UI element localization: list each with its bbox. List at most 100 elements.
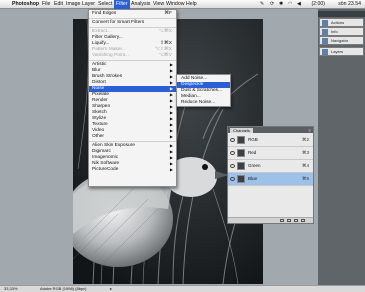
menu-item-label: Convert for Smart Filters: [92, 20, 145, 25]
channel-row-red[interactable]: Red ⌘3: [228, 147, 313, 160]
visibility-eye-icon[interactable]: [230, 151, 235, 155]
menu-item-label: Render: [92, 98, 108, 103]
navigator-icon: [322, 38, 328, 44]
channels-panel: Channels ≡ RGB ⌘2 Red ⌘3 Green ⌘4 Blue ⌘…: [227, 126, 314, 224]
menu-window[interactable]: Window: [166, 0, 184, 9]
dock-button-label: Actions: [331, 20, 345, 25]
menu-convert-smart-filters[interactable]: Convert for Smart Filters: [89, 20, 176, 26]
app-menu[interactable]: Photoshop: [12, 0, 39, 9]
menu-item-label: Video: [92, 128, 105, 133]
menu-image[interactable]: Image: [66, 0, 80, 9]
status-menu-arrow-icon[interactable]: ▸: [110, 286, 112, 292]
menu-item-label: PictureCode: [92, 167, 119, 172]
document-info: Adobe RGB (1998) (8bpc): [40, 286, 87, 291]
channel-shortcut: ⌘4: [301, 163, 309, 168]
menu-item-label: Stylize: [92, 116, 107, 121]
menu-file[interactable]: File: [42, 0, 50, 9]
menu-help[interactable]: Help: [186, 0, 197, 9]
save-selection-icon[interactable]: [287, 219, 291, 222]
menu-analysis[interactable]: Analysis: [131, 0, 150, 9]
menu-vanishing-point: Vanishing Point... ⌥⌘V: [89, 53, 176, 59]
menu-select[interactable]: Select: [98, 0, 112, 9]
new-channel-icon[interactable]: [294, 219, 298, 222]
menu-last-filter[interactable]: Find Edges ⌘F: [89, 11, 176, 17]
channel-thumbnail: [237, 136, 245, 144]
info-icon: [322, 29, 328, 35]
dock-navigator-button[interactable]: Navigator: [319, 36, 364, 45]
delete-channel-icon[interactable]: [301, 219, 305, 222]
dock-info-button[interactable]: Info: [319, 27, 364, 36]
visibility-eye-icon[interactable]: [230, 164, 235, 168]
menu-clock[interactable]: sön 23.54: [338, 0, 361, 9]
menu-item-label: Sketch: [92, 110, 107, 115]
channel-thumbnail: [237, 162, 245, 170]
sync-icon[interactable]: ⟳: [270, 0, 274, 9]
menu-picturecode[interactable]: PictureCode ▶: [89, 167, 176, 173]
menu-item-label: Brush Strokes: [92, 74, 123, 79]
battery-status[interactable]: (2:00): [311, 0, 325, 9]
channel-shortcut: ⌘2: [301, 137, 309, 142]
visibility-eye-icon[interactable]: [230, 177, 235, 181]
menu-item-label: Alien Skin Exposure: [92, 143, 135, 148]
menu-item-label: Distort: [92, 80, 106, 85]
actions-icon: [322, 20, 328, 26]
menu-layer[interactable]: Layer: [82, 0, 95, 9]
channel-row-green[interactable]: Green ⌘4: [228, 160, 313, 173]
volume-icon[interactable]: ◀: [297, 0, 301, 9]
channel-thumbnail: [237, 149, 245, 157]
script-menu-icon[interactable]: ✎: [260, 0, 264, 9]
menu-item-label: Extract...: [92, 29, 111, 34]
submenu-arrow-icon: ▶: [169, 134, 173, 139]
panel-menu-icon[interactable]: ≡: [309, 128, 311, 133]
channel-name: RGB: [248, 137, 258, 142]
channel-row-rgb[interactable]: RGB ⌘2: [228, 134, 313, 147]
dock-button-label: Navigator: [331, 38, 349, 43]
menu-item-label: Noise: [92, 86, 105, 91]
filter-menu: Find Edges ⌘F Convert for Smart Filters …: [88, 9, 177, 187]
channel-row-blue[interactable]: Blue ⌘5: [228, 173, 313, 186]
shortcut-label: ⌘F: [164, 11, 172, 16]
menu-item-label: Other: [92, 134, 104, 139]
dock-actions-button[interactable]: Actions: [319, 18, 364, 27]
menu-item-label: Imagenomic: [92, 155, 119, 160]
menu-item-label: Pixelate: [92, 92, 110, 97]
dock-button-label: Info: [331, 29, 338, 34]
panel-title-bar[interactable]: Channels ≡: [228, 127, 313, 133]
channel-thumbnail: [237, 175, 245, 183]
menu-item-label: Find Edges: [92, 11, 117, 16]
menu-edit[interactable]: Edit: [54, 0, 63, 9]
dock-layers-button[interactable]: Layers: [319, 47, 364, 56]
zoom-level[interactable]: 33,33%: [4, 286, 18, 292]
channel-name: Red: [248, 150, 257, 155]
menu-item-label: Texture: [92, 122, 108, 127]
menu-item-label: Sharpen: [92, 104, 111, 109]
submenu-reduce-noise[interactable]: Reduce Noise...: [177, 100, 230, 106]
menu-item-label: Artistic: [92, 62, 107, 67]
tab-channels[interactable]: Channels: [230, 128, 253, 133]
menu-separator: [89, 27, 176, 28]
channel-name: Green: [248, 163, 261, 168]
menu-view[interactable]: View: [153, 0, 164, 9]
dock-button-label: Layers: [331, 49, 344, 54]
menu-filter[interactable]: Filter: [114, 0, 130, 9]
menu-item-label: Filter Gallery...: [92, 35, 123, 40]
panel-footer: [228, 217, 313, 223]
channel-shortcut: ⌘5: [301, 176, 309, 181]
shortcut-label: ⌥⌘V: [158, 53, 172, 58]
load-selection-icon[interactable]: [280, 219, 284, 222]
bluetooth-icon[interactable]: ✱: [279, 0, 283, 9]
noise-submenu: Add Noise... Despeckle Dust & Scratches.…: [176, 74, 231, 107]
menu-other[interactable]: Other ▶: [89, 134, 176, 140]
dock-title-bar[interactable]: [318, 11, 365, 17]
menu-separator: [89, 60, 176, 61]
menu-item-label: Vanishing Point...: [92, 53, 129, 58]
visibility-eye-icon[interactable]: [230, 138, 235, 142]
layers-icon: [322, 49, 328, 55]
menu-item-label: Pattern Maker...: [92, 47, 126, 52]
menu-item-label: Liquify...: [92, 41, 110, 46]
wifi-icon[interactable]: ◠: [288, 0, 292, 9]
status-bar: 33,33% Adobe RGB (1998) (8bpc) ▸: [0, 285, 365, 292]
channel-name: Blue: [248, 176, 258, 181]
menu-item-label: Blur: [92, 68, 101, 73]
menu-item-label: Digimarc: [92, 149, 111, 154]
